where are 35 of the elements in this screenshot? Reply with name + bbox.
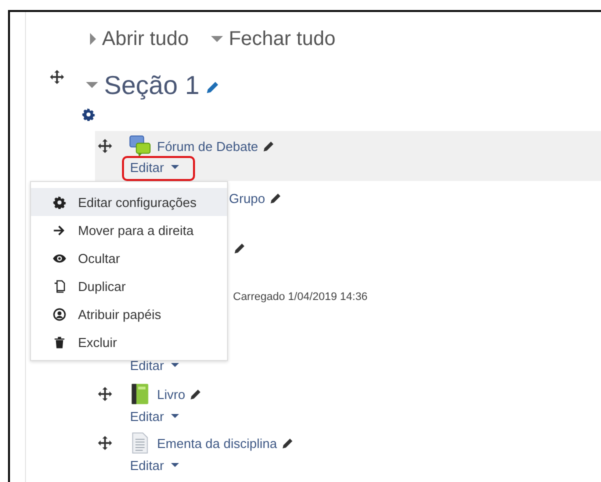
menu-item[interactable]: Atribuir papéis xyxy=(31,300,227,328)
settings-icon xyxy=(53,196,66,208)
activity-link[interactable]: Fórum de Debate xyxy=(157,138,258,154)
pencil-icon[interactable] xyxy=(233,242,246,254)
pencil-icon[interactable] xyxy=(280,436,294,450)
arrow-right-icon xyxy=(53,224,66,236)
pencil-icon[interactable] xyxy=(189,388,202,400)
trash-icon xyxy=(53,336,66,348)
document-icon xyxy=(129,432,151,454)
section-toggle[interactable]: Seção 1 xyxy=(86,70,200,100)
menu-item[interactable]: Editar configurações xyxy=(31,188,227,216)
chat-bubbles-icon xyxy=(129,135,151,157)
activity-link[interactable]: Grupo xyxy=(229,190,266,206)
pencil-icon[interactable] xyxy=(269,192,282,204)
move-icon[interactable] xyxy=(98,436,112,450)
book-icon xyxy=(129,383,151,405)
settings-icon[interactable] xyxy=(82,108,95,121)
user-circle-icon xyxy=(53,308,66,320)
edit-menu-button[interactable]: Editar xyxy=(122,404,187,428)
activity-link[interactable]: Livro xyxy=(157,386,186,402)
duplicate-icon xyxy=(53,280,66,292)
menu-item[interactable]: Excluir xyxy=(31,328,227,356)
move-icon[interactable] xyxy=(98,139,112,153)
eye-icon xyxy=(53,252,66,264)
pencil-icon[interactable] xyxy=(262,140,276,152)
toggle-link[interactable]: Abrir tudo xyxy=(90,28,189,50)
edit-menu-button[interactable]: Editar xyxy=(122,454,187,476)
menu-item[interactable]: Duplicar xyxy=(31,272,227,300)
menu-item[interactable]: Ocultar xyxy=(31,244,227,272)
move-icon[interactable] xyxy=(98,387,112,401)
upload-info: Carregado 1/04/2019 14:36 xyxy=(233,291,368,303)
activity-link[interactable]: Ementa da disciplina xyxy=(157,436,277,450)
menu-item[interactable]: Mover para a direita xyxy=(31,216,227,244)
move-icon[interactable] xyxy=(50,70,64,84)
toggle-link[interactable]: Fechar tudo xyxy=(210,28,336,50)
